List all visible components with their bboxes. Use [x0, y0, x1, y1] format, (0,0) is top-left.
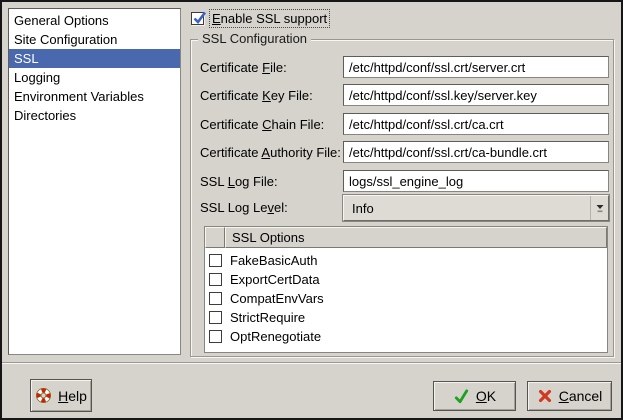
close-x-icon [537, 388, 553, 404]
ssl-configuration-dialog: General Options Site Configuration SSL L… [0, 0, 623, 420]
table-row-strictrequire[interactable]: StrictRequire [205, 308, 607, 327]
category-list: General Options Site Configuration SSL L… [8, 8, 181, 355]
certificate-chain-file-entry[interactable] [343, 113, 609, 135]
table-row-compatenvvars[interactable]: CompatEnvVars [205, 289, 607, 308]
certificate-chain-file-input[interactable] [344, 114, 608, 134]
ssl-log-level-label: SSL Log Level: [200, 200, 288, 218]
certificate-key-file-input[interactable] [344, 85, 608, 105]
table-row-fakebasicauth[interactable]: FakeBasicAuth [205, 251, 607, 270]
ssl-log-file-label: SSL Log File: [200, 174, 278, 192]
sidebar-item-environment-variables[interactable]: Environment Variables [9, 87, 180, 106]
ok-button[interactable]: OK [433, 381, 516, 411]
checkbox-icon[interactable] [209, 311, 222, 324]
table-row-exportcertdata[interactable]: ExportCertData [205, 270, 607, 289]
sidebar-item-general-options[interactable]: General Options [9, 11, 180, 30]
cancel-button[interactable]: Cancel [527, 381, 612, 411]
ssl-log-file-input[interactable] [344, 171, 608, 191]
dropdown-selected-value: Info [344, 201, 590, 216]
help-button-label: Help [58, 388, 87, 404]
ssl-log-level-dropdown[interactable]: Info [343, 195, 609, 221]
table-row-optrenegotiate[interactable]: OptRenegotiate [205, 327, 607, 346]
enable-ssl-label: Enable SSL support [209, 9, 330, 28]
cancel-button-label: Cancel [559, 388, 603, 404]
ssl-configuration-frame: SSL Configuration Certificate File: Cert… [190, 39, 614, 357]
table-header-row: SSL Options [205, 227, 607, 248]
certificate-key-file-entry[interactable] [343, 84, 609, 106]
check-icon [453, 388, 470, 405]
ssl-log-file-entry[interactable] [343, 170, 609, 192]
certificate-authority-file-label: Certificate Authority File: [200, 145, 341, 163]
certificate-authority-file-entry[interactable] [343, 141, 609, 163]
certificate-key-file-label: Certificate Key File: [200, 88, 313, 106]
ssl-options-table: SSL Options FakeBasicAuth ExportCertData… [204, 226, 608, 353]
certificate-file-label: Certificate File: [200, 60, 287, 78]
table-body: FakeBasicAuth ExportCertData CompatEnvVa… [205, 248, 607, 352]
checkbox-icon[interactable] [209, 292, 222, 305]
checkbox-icon[interactable] [209, 273, 222, 286]
ok-button-label: OK [476, 388, 496, 404]
certificate-authority-file-input[interactable] [344, 142, 608, 162]
divider [2, 362, 621, 364]
certificate-file-entry[interactable] [343, 56, 609, 78]
checkbox-icon[interactable] [209, 330, 222, 343]
frame-title: SSL Configuration [198, 31, 311, 46]
certificate-file-input[interactable] [344, 57, 608, 77]
help-button[interactable]: Help [30, 379, 92, 412]
chevron-down-icon [590, 196, 608, 220]
checkbox-column-header[interactable] [205, 227, 225, 248]
sidebar-item-logging[interactable]: Logging [9, 68, 180, 87]
ssl-options-column-header[interactable]: SSL Options [225, 227, 607, 248]
checkbox-icon[interactable] [191, 12, 204, 25]
sidebar-item-ssl[interactable]: SSL [9, 49, 180, 68]
certificate-chain-file-label: Certificate Chain File: [200, 117, 324, 135]
sidebar-item-site-configuration[interactable]: Site Configuration [9, 30, 180, 49]
enable-ssl-checkbox[interactable]: Enable SSL support [191, 9, 330, 28]
sidebar-item-directories[interactable]: Directories [9, 106, 180, 125]
checkbox-icon[interactable] [209, 254, 222, 267]
life-buoy-icon [35, 387, 52, 404]
